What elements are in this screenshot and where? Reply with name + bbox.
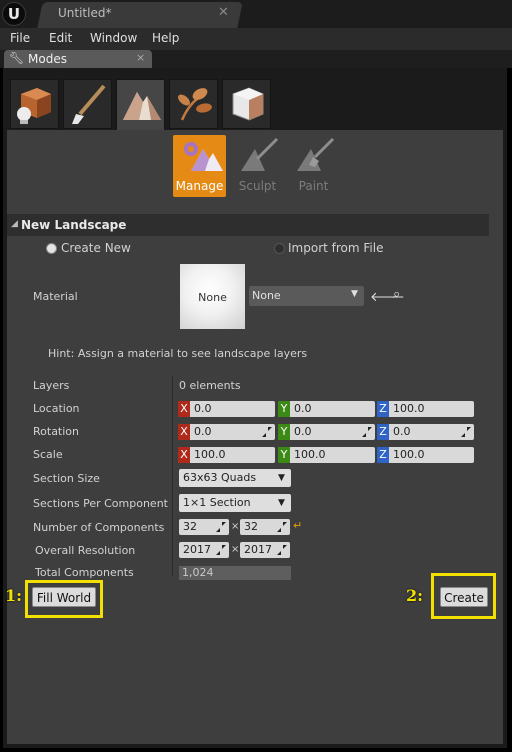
location-x-field[interactable]: 0.0 bbox=[190, 401, 275, 417]
annotation-2: 2: bbox=[406, 586, 424, 605]
paintbrush-icon bbox=[72, 84, 106, 124]
sculpt-tool-button[interactable]: Sculpt bbox=[231, 135, 284, 197]
column-separator bbox=[172, 376, 173, 576]
times-symbol: × bbox=[231, 544, 240, 555]
close-icon[interactable]: ✕ bbox=[218, 5, 229, 20]
section-size-label: Section Size bbox=[33, 472, 100, 485]
spin-icon[interactable] bbox=[216, 522, 226, 532]
chevron-down-icon: ▼ bbox=[278, 498, 285, 508]
spin-icon[interactable] bbox=[277, 522, 287, 532]
section-size-combo[interactable]: 63x63 Quads bbox=[179, 469, 291, 487]
layers-value: 0 elements bbox=[179, 379, 241, 392]
modes-panel-tab[interactable] bbox=[4, 50, 152, 68]
overall-resolution-label: Overall Resolution bbox=[35, 544, 136, 557]
place-mode-tab[interactable] bbox=[10, 79, 59, 129]
axis-z-label: Z bbox=[377, 401, 389, 417]
axis-y-label: Y bbox=[278, 401, 290, 417]
reset-icon[interactable]: ↵ bbox=[293, 519, 302, 532]
panel-close-icon[interactable]: × bbox=[136, 51, 145, 64]
modes-tab-label: Modes bbox=[28, 52, 67, 66]
geometry-mode-tab[interactable] bbox=[222, 79, 271, 129]
create-new-label: Create New bbox=[61, 241, 131, 255]
menu-window[interactable]: Window bbox=[90, 31, 137, 45]
location-y-field[interactable]: 0.0 bbox=[290, 401, 375, 417]
landscape-mode-tab[interactable] bbox=[116, 79, 165, 131]
manage-tool-button[interactable]: Manage bbox=[173, 135, 226, 197]
material-combo-value: None bbox=[252, 289, 281, 302]
sections-per-component-label: Sections Per Component bbox=[33, 497, 168, 510]
leaf-icon bbox=[178, 88, 212, 121]
geometry-cube-icon bbox=[232, 87, 264, 121]
browse-search-icon[interactable]: ⌕ bbox=[393, 287, 400, 302]
axis-y-label: Y bbox=[278, 447, 290, 463]
total-components-value: 1,024 bbox=[179, 566, 291, 580]
material-thumbnail-label: None bbox=[198, 291, 227, 304]
location-label: Location bbox=[33, 402, 80, 415]
axis-x-label: X bbox=[178, 401, 190, 417]
spin-icon[interactable] bbox=[216, 545, 226, 555]
menu-edit[interactable]: Edit bbox=[49, 31, 72, 45]
material-hint: Hint: Assign a material to see landscape… bbox=[48, 347, 308, 360]
collapse-arrow-icon[interactable]: ◢ bbox=[11, 219, 18, 229]
import-from-file-radio[interactable] bbox=[274, 243, 285, 254]
axis-y-label: Y bbox=[278, 424, 290, 440]
paint-label: Paint bbox=[298, 179, 329, 193]
sections-per-component-combo[interactable]: 1×1 Section bbox=[179, 494, 291, 512]
axis-x-label: X bbox=[178, 424, 190, 440]
cube-sphere-icon bbox=[17, 88, 51, 124]
menu-bar: File Edit Window Help bbox=[0, 28, 512, 50]
document-title: Untitled* bbox=[58, 6, 112, 20]
times-symbol: × bbox=[231, 521, 240, 532]
number-of-components-label: Number of Components bbox=[33, 521, 165, 534]
chevron-down-icon: ▼ bbox=[351, 289, 358, 299]
scale-y-field[interactable]: 100.0 bbox=[290, 447, 375, 463]
rotation-label: Rotation bbox=[33, 425, 80, 438]
foliage-mode-tab[interactable] bbox=[169, 79, 218, 129]
paint-mode-tab[interactable] bbox=[63, 79, 112, 129]
location-z-field[interactable]: 100.0 bbox=[389, 401, 474, 417]
scale-label: Scale bbox=[33, 448, 63, 461]
spin-icon[interactable] bbox=[461, 427, 471, 437]
spin-icon[interactable] bbox=[262, 427, 272, 437]
material-label: Material bbox=[33, 290, 78, 303]
annotation-1: 1: bbox=[5, 586, 23, 605]
spin-icon[interactable] bbox=[277, 545, 287, 555]
sculpt-label: Sculpt bbox=[238, 179, 277, 193]
axis-z-label: Z bbox=[377, 447, 389, 463]
create-button[interactable]: Create bbox=[440, 587, 488, 607]
menu-file[interactable]: File bbox=[10, 31, 30, 45]
sculpt-icon bbox=[241, 137, 279, 171]
create-new-radio[interactable] bbox=[46, 243, 57, 254]
fill-world-button[interactable]: Fill World bbox=[32, 587, 96, 607]
scale-x-field[interactable]: 100.0 bbox=[190, 447, 275, 463]
menu-help[interactable]: Help bbox=[152, 31, 179, 45]
paint-brush-icon bbox=[297, 137, 335, 171]
wrench-icon: 🔧︎ bbox=[9, 51, 25, 65]
manage-label: Manage bbox=[175, 179, 224, 193]
import-from-file-label: Import from File bbox=[288, 241, 384, 255]
manage-icon bbox=[184, 142, 223, 171]
mountain-icon bbox=[123, 92, 161, 120]
paint-tool-button[interactable]: Paint bbox=[287, 135, 340, 197]
total-components-label: Total Components bbox=[35, 566, 134, 579]
chevron-down-icon: ▼ bbox=[278, 473, 285, 483]
axis-x-label: X bbox=[178, 447, 190, 463]
scale-z-field[interactable]: 100.0 bbox=[389, 447, 474, 463]
axis-z-label: Z bbox=[377, 424, 389, 440]
spin-icon[interactable] bbox=[362, 427, 372, 437]
section-title: New Landscape bbox=[21, 218, 127, 232]
unreal-logo-icon: U bbox=[2, 2, 26, 26]
layers-label: Layers bbox=[33, 379, 70, 392]
